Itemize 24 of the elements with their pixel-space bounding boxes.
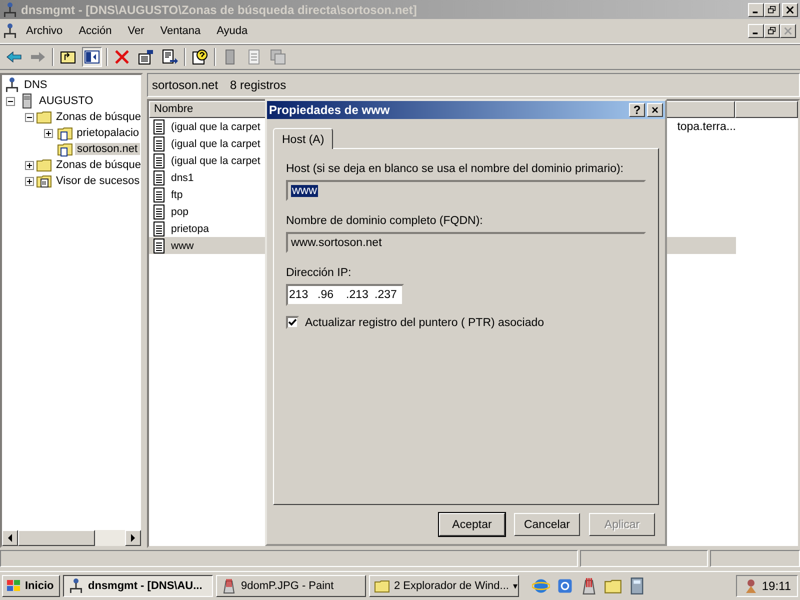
record-name: (igual que la carpet <box>171 154 262 166</box>
ip-octet: 213 <box>288 289 310 301</box>
taskbar-label: dnsmgmt - [DNS\AU... <box>88 580 202 592</box>
zone-name: sortoson.net <box>152 78 218 92</box>
record-name: (igual que la carpet <box>171 120 262 132</box>
field-label: Dirección IP: <box>286 267 352 279</box>
record-name: pop <box>171 206 190 218</box>
record-name: (igual que la carpet <box>171 138 262 150</box>
record-name: dns1 <box>171 172 195 184</box>
record-count: 8 registros <box>230 78 286 92</box>
record-name: prietopa <box>171 222 210 234</box>
start-label: Inicio <box>25 580 54 592</box>
taskbar-label: 2 Explorador de Wind... <box>394 580 509 592</box>
field-label: Nombre de dominio completo (FQDN): <box>286 215 484 227</box>
window-title: dnsmgmt - [DNS\AUGUSTO\Zonas de búsqueda directa\sortoson.net] <box>21 2 417 16</box>
taskbar-label: 9domP.JPG - Paint <box>241 580 334 592</box>
field-label: Host (si se deja en blanco se usa el nombre del dominio primario): <box>286 163 624 175</box>
record-name: www <box>171 240 195 252</box>
record-data: topa.terra... <box>677 120 736 132</box>
clock: 19:11 <box>762 579 791 593</box>
ip-octet: .213 <box>345 289 370 301</box>
ip-octet: .237 <box>374 289 398 301</box>
record-name: ftp <box>171 188 184 200</box>
ip-octet: .96 <box>316 289 334 301</box>
